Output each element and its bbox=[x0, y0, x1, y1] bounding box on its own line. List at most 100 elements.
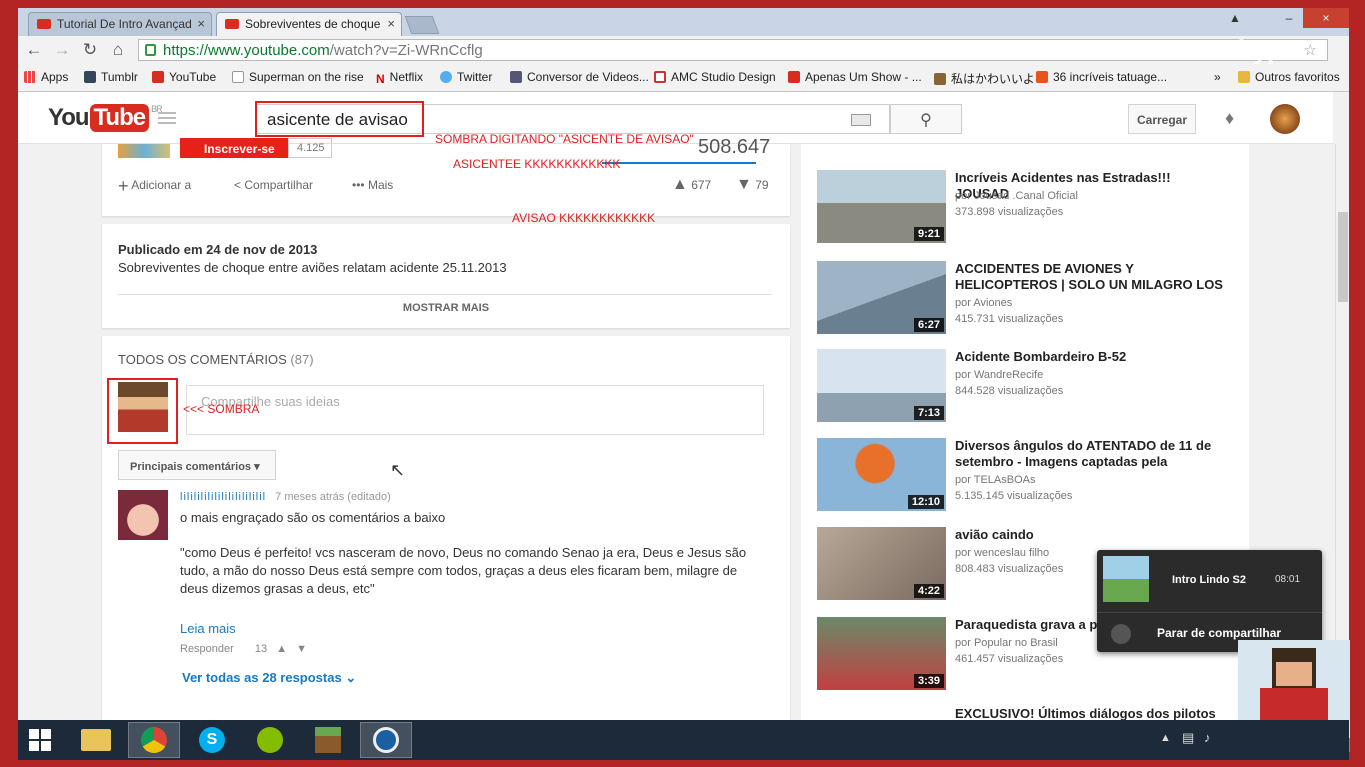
annotation-laugh2: AVISAO KKKKKKKKKKKK bbox=[512, 211, 656, 225]
user-icon[interactable]: ▲ bbox=[1225, 8, 1245, 28]
bf-icon bbox=[1036, 71, 1048, 83]
minimize-button[interactable]: – bbox=[1275, 8, 1303, 28]
tray-chevron-icon[interactable]: ▲ bbox=[1160, 732, 1171, 744]
watch-main: Inscrever-se 4.125 508.647 + Adicionar a… bbox=[102, 136, 790, 720]
reply-button[interactable]: Responder bbox=[180, 643, 234, 655]
video-thumbnail[interactable]: 9:21 bbox=[817, 170, 946, 243]
show-more-button[interactable]: MOSTRAR MAIS bbox=[102, 302, 790, 314]
bookmark-kawaii[interactable]: 私はかわいいよ bbox=[934, 70, 1035, 87]
channel-thumbnail[interactable] bbox=[118, 144, 170, 158]
plus-icon: + bbox=[118, 176, 129, 196]
add-to-button[interactable]: + Adicionar a bbox=[118, 176, 191, 197]
netflix-icon: N bbox=[376, 72, 385, 86]
toolbar: ← → ↻ ⌂ https://www.youtube.com/watch?v=… bbox=[18, 34, 1349, 65]
skype-icon[interactable]: S bbox=[186, 722, 238, 758]
youtube-favicon-icon bbox=[225, 19, 239, 29]
video-thumbnail[interactable]: 7:13 bbox=[817, 349, 946, 422]
bookmark-amc[interactable]: AMC Studio Design bbox=[654, 70, 776, 84]
related-video[interactable]: EXCLUSIVO! Últimos diálogos dos pilotos bbox=[817, 706, 1237, 720]
tumblr-icon bbox=[84, 71, 96, 83]
tab-tutorial[interactable]: Tutorial De Intro Avançad × bbox=[28, 12, 212, 36]
bookmark-superman[interactable]: Superman on the rise bbox=[232, 70, 364, 84]
youtube-logo[interactable]: You Tube BR bbox=[48, 104, 163, 132]
spotify-icon[interactable] bbox=[244, 722, 296, 758]
annotation-laugh1: ASICENTEE KKKKKKKKKKKK bbox=[453, 157, 621, 171]
url-path: /watch?v=Zi-WRnCcflg bbox=[329, 42, 483, 59]
thumbs-up-icon: ▲ bbox=[672, 176, 688, 193]
tab-strip: Tutorial De Intro Avançad × Sobrevivente… bbox=[18, 8, 1349, 36]
thumbs-up-icon[interactable]: ▲ bbox=[276, 643, 287, 655]
related-video[interactable]: 12:10 Diversos ângulos do ATENTADO de 11… bbox=[817, 438, 1237, 518]
related-video[interactable]: 7:13 Acidente Bombardeiro B-52 por Wandr… bbox=[817, 349, 1237, 429]
bookmark-tumblr[interactable]: Tumblr bbox=[84, 70, 138, 84]
video-thumbnail[interactable]: 4:22 bbox=[817, 527, 946, 600]
bookmarks-overflow[interactable]: » bbox=[1214, 70, 1221, 84]
network-icon[interactable]: ▤ bbox=[1182, 730, 1194, 746]
commenter-avatar[interactable] bbox=[118, 490, 168, 540]
share-button[interactable]: < Compartilhar bbox=[234, 178, 313, 192]
like-button[interactable]: ▲ 677 bbox=[672, 176, 711, 194]
related-video[interactable]: 6:27 ACCIDENTES DE AVIONES Y HELICOPTERO… bbox=[817, 261, 1237, 341]
window-close-button[interactable]: × bbox=[1303, 8, 1349, 28]
volume-icon[interactable]: ♪ bbox=[1204, 730, 1211, 745]
forward-icon[interactable]: → bbox=[52, 40, 72, 60]
bookmark-tatuagens[interactable]: 36 incríveis tatuage... bbox=[1036, 70, 1167, 84]
page-icon bbox=[232, 71, 244, 83]
sort-dropdown[interactable]: Principais comentários ▾ bbox=[118, 450, 276, 480]
file-explorer-icon[interactable] bbox=[70, 722, 122, 758]
thumbs-down-icon[interactable]: ▼ bbox=[296, 643, 307, 655]
bookmark-apps[interactable]: Apps bbox=[24, 70, 68, 84]
bookmark-conversor[interactable]: Conversor de Videos... bbox=[510, 70, 649, 84]
video-thumbnail[interactable]: 12:10 bbox=[817, 438, 946, 511]
scrollbar-thumb[interactable] bbox=[1338, 212, 1348, 302]
reload-icon[interactable]: ↻ bbox=[80, 40, 100, 60]
new-tab-button[interactable] bbox=[404, 16, 440, 34]
bookmark-other[interactable]: Outros favoritos bbox=[1238, 70, 1340, 84]
chrome-icon[interactable] bbox=[128, 722, 180, 758]
video-thumbnail[interactable]: 6:27 bbox=[817, 261, 946, 334]
bookmark-apenas[interactable]: Apenas Um Show - ... bbox=[788, 70, 922, 84]
address-bar[interactable]: https://www.youtube.com/watch?v=Zi-WRnCc… bbox=[138, 39, 1328, 61]
chevron-down-icon: ▾ bbox=[254, 461, 260, 473]
more-icon: ••• bbox=[352, 178, 365, 192]
screen-share-popup: Intro Lindo S2 08:01 Parar de compartilh… bbox=[1097, 550, 1322, 652]
related-video[interactable]: 9:21 Incríveis Acidentes nas Estradas!!!… bbox=[817, 170, 1237, 250]
video-thumbnail[interactable]: 3:39 bbox=[817, 617, 946, 690]
read-more-link[interactable]: Leia mais bbox=[180, 621, 236, 636]
cinema4d-icon[interactable] bbox=[360, 722, 412, 758]
star-icon[interactable]: ☆ bbox=[1304, 41, 1317, 59]
scrollbar[interactable] bbox=[1335, 144, 1349, 720]
windows-taskbar: S ▲ ▤ ♪ bbox=[18, 720, 1349, 760]
image-icon bbox=[934, 73, 946, 85]
account-avatar[interactable] bbox=[1270, 104, 1300, 134]
windows-start-icon[interactable] bbox=[22, 722, 58, 758]
bookmark-youtube[interactable]: YouTube bbox=[152, 70, 216, 84]
search-button[interactable]: ⚲ bbox=[890, 104, 962, 134]
tab-label: Tutorial De Intro Avançad bbox=[57, 17, 192, 31]
notifications-bell-icon[interactable]: ♦ bbox=[1225, 108, 1243, 128]
back-icon[interactable]: ← bbox=[24, 40, 44, 60]
tab-close-icon[interactable]: × bbox=[387, 16, 395, 31]
dislike-button[interactable]: ▼ 79 bbox=[736, 176, 769, 194]
comment-author[interactable]: lilililililililililililil bbox=[180, 491, 266, 503]
guide-menu-icon[interactable] bbox=[158, 112, 176, 124]
apps-icon bbox=[24, 71, 36, 83]
bookmark-netflix[interactable]: N Netflix bbox=[376, 70, 423, 86]
bookmark-twitter[interactable]: Twitter bbox=[440, 70, 492, 84]
home-icon[interactable]: ⌂ bbox=[108, 40, 128, 60]
tab-close-icon[interactable]: × bbox=[197, 16, 205, 31]
folder-icon bbox=[1238, 71, 1250, 83]
subscribe-button[interactable]: Inscrever-se bbox=[180, 138, 288, 158]
tab-sobreviventes[interactable]: Sobreviventes de choque × bbox=[216, 12, 402, 36]
comment-text: o mais engraçado são os comentários a ba… bbox=[180, 510, 446, 525]
view-replies-link[interactable]: Ver todas as 28 respostas ⌄ bbox=[182, 670, 356, 686]
mouse-cursor-icon: ↖ bbox=[390, 460, 406, 480]
stop-sharing-button[interactable]: Parar de compartilhar bbox=[1157, 626, 1281, 640]
upload-button[interactable]: Carregar bbox=[1128, 104, 1196, 134]
tab-label: Sobreviventes de choque bbox=[245, 17, 381, 31]
search-highlight-box bbox=[255, 101, 424, 137]
minecraft-icon[interactable] bbox=[302, 722, 354, 758]
keyboard-icon[interactable] bbox=[851, 114, 871, 126]
comment-input[interactable]: Compartilhe suas ideias bbox=[186, 385, 764, 435]
more-button[interactable]: ••• Mais bbox=[352, 178, 393, 192]
